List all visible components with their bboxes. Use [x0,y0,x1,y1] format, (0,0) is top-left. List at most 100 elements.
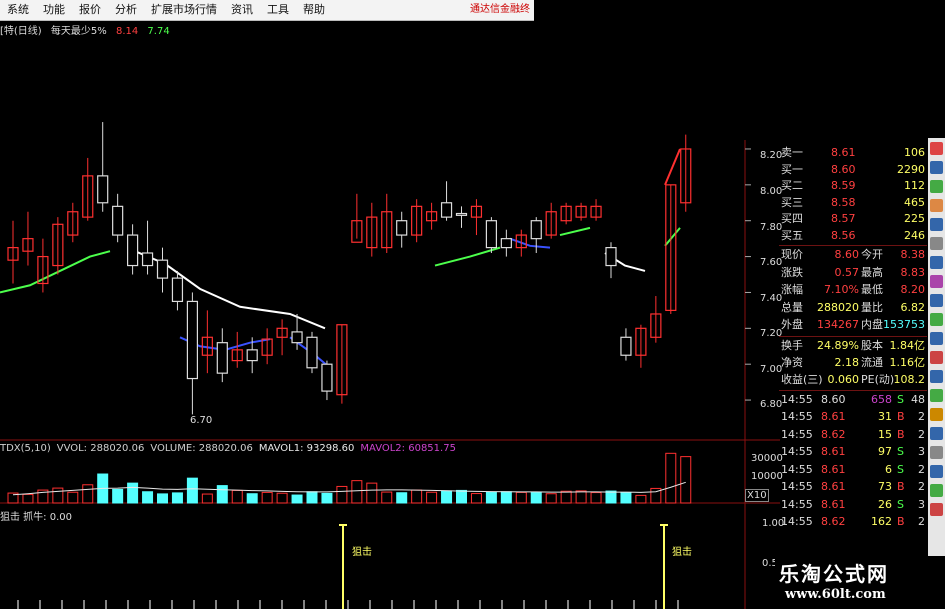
tick-time: 14:55 [781,497,813,511]
tick-side: B [897,515,905,528]
menu-news[interactable]: 资讯 [224,0,260,20]
menu-extended-market[interactable]: 扩展市场行情 [144,0,224,20]
signal-icon[interactable] [930,332,943,345]
volume-metric: VVOL: 288020.06 [56,443,145,454]
volume-bar [366,482,378,504]
tick-row[interactable]: 14:55 8.62 162 B 2 [779,514,927,530]
quote-stat-row[interactable]: 净资 2.18 流通 1.16亿 [779,355,927,371]
volume-bar [575,490,587,504]
tick-row[interactable]: 14:55 8.61 6 S 2 [779,462,927,478]
candle-body [306,336,318,369]
candle [67,202,79,243]
quote-stat-row[interactable]: 换手 24.89% 股本 1.84亿 [779,338,927,354]
menu-tools[interactable]: 工具 [260,0,296,20]
volume-bar [605,490,617,504]
rsi-icon[interactable] [930,370,943,383]
stat-value: 0.060 [827,372,860,386]
menu-quote[interactable]: 报价 [72,0,108,20]
sum-icon[interactable] [930,465,943,478]
quote-stat-row[interactable]: 收益(三) 0.060 PE(动) 108.2 [779,372,927,388]
tick-row[interactable]: 14:55 8.61 97 S 3 [779,444,927,460]
candle [216,328,228,383]
tick-price: 8.61 [821,462,846,476]
book-volume: 465 [904,195,925,209]
order-book-row[interactable]: 买五 8.56 246 [779,228,927,244]
info-value-1: 8.14 [115,26,139,37]
stats-icon[interactable] [930,275,943,288]
volume-bar [216,485,228,504]
tick-volume: 97 [878,445,892,458]
trend-icon[interactable] [930,199,943,212]
tick-side: B [897,410,905,423]
stat-label: 股本 [861,338,883,352]
tick-row[interactable]: 14:55 8.61 73 B 2 [779,479,927,495]
candle-body [171,277,184,303]
tick-row[interactable]: 14:55 8.62 15 B 2 [779,427,927,443]
tick-row[interactable]: 14:55 8.61 26 S 3 [779,497,927,513]
quote-stat-row[interactable]: 现价 8.60 今开 8.38 [779,247,927,263]
tick-row[interactable]: 14:55 8.61 31 B 2 [779,409,927,425]
volume-bar [321,492,333,504]
volume-bar [246,493,258,504]
candle [411,199,423,243]
menu-analysis[interactable]: 分析 [108,0,144,20]
tick-time: 14:55 [781,445,813,458]
order-book-row[interactable]: 卖一 8.61 106 [779,145,927,161]
stat-value: 8.20 [900,283,926,296]
candle-body [620,336,632,356]
list-icon[interactable] [930,237,943,250]
candle-body [246,349,258,362]
order-book-row[interactable]: 买一 8.60 2290 [779,162,927,178]
compare-icon[interactable] [930,180,943,193]
tick-price: 8.62 [821,427,846,441]
volume-bar [396,492,408,504]
menu-help[interactable]: 帮助 [296,0,332,20]
candle [590,199,602,221]
tick-volume: 6 [885,462,892,476]
info-icon[interactable] [930,218,943,231]
book-price: 8.58 [831,195,856,209]
star-icon[interactable] [930,503,943,516]
candlestick-series[interactable] [7,122,692,415]
bars-icon[interactable] [930,313,943,326]
menu-function[interactable]: 功能 [36,0,72,20]
volume-bar [127,482,139,504]
wave-icon[interactable] [930,351,943,364]
candle [426,202,438,230]
quote-stat-row[interactable]: 外盘 134267 内盘 153753 [779,317,927,333]
order-book-row[interactable]: 买四 8.57 225 [779,211,927,227]
volume-bar [52,487,64,504]
volume-bar [351,480,363,504]
tick-volume: 162 [871,515,892,528]
quote-stat-row[interactable]: 涨跌 0.57 最高 8.83 [779,265,927,281]
edit-icon[interactable] [930,408,943,421]
tick-row[interactable]: 14:55 8.60 658 S 48 [779,392,927,408]
chart-info-line: [特(日线) 每天最少5% 8.14 7.74 [0,22,534,37]
tick-count: 2 [918,480,925,493]
volume-bar [426,491,438,504]
gear-icon[interactable] [930,446,943,459]
candle [620,328,632,361]
candle [381,193,393,253]
candle [141,220,154,275]
order-book-row[interactable]: 买三 8.58 465 [779,195,927,211]
grid-icon[interactable] [930,256,943,269]
volume-bar [336,485,348,504]
dot-icon[interactable] [930,427,943,440]
chart-icon[interactable] [930,142,943,155]
stat-label: 外盘 [781,318,803,331]
menu-system[interactable]: 系统 [0,0,36,20]
line-icon[interactable] [930,161,943,174]
candle-body [500,238,512,249]
up-icon[interactable] [930,389,943,402]
candle [112,193,124,243]
flag-icon[interactable] [930,484,943,497]
order-book-row[interactable]: 买二 8.59 112 [779,178,927,194]
candle [156,247,169,293]
table-icon[interactable] [930,294,943,307]
quote-stat-row[interactable]: 总量 288020 量比 6.82 [779,300,927,316]
volume-metric: VOLUME: 288020.06 [150,443,253,454]
ma-green-line [0,250,111,294]
quote-stat-row[interactable]: 涨幅 7.10% 最低 8.20 [779,282,927,298]
ma-red-line [664,148,681,186]
